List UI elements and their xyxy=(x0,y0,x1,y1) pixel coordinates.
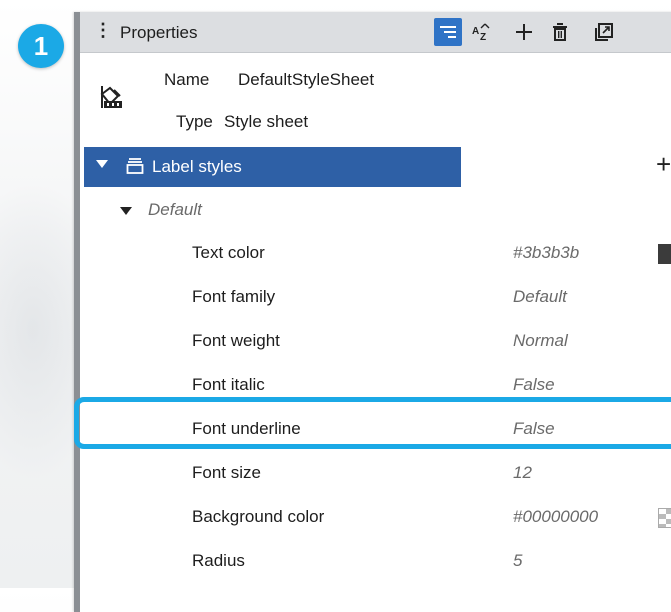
categorized-view-icon xyxy=(440,26,456,38)
properties-titlebar: ⋮ Properties A Z xyxy=(80,12,671,53)
sort-az-button[interactable]: A Z xyxy=(467,18,495,46)
more-vert-icon[interactable]: ⋮ xyxy=(94,20,112,41)
delete-button[interactable] xyxy=(546,18,574,46)
add-button[interactable] xyxy=(510,18,538,46)
property-name: Font weight xyxy=(192,331,280,350)
svg-text:Z: Z xyxy=(480,32,486,42)
expand-arrow-icon[interactable] xyxy=(96,160,108,168)
color-swatch[interactable] xyxy=(658,244,671,264)
property-name: Radius xyxy=(192,551,245,570)
popout-button[interactable] xyxy=(590,18,618,46)
property-name: Font size xyxy=(192,463,261,482)
add-style-button[interactable]: + xyxy=(656,149,671,179)
transparent-swatch[interactable] xyxy=(658,508,671,528)
property-row-background-color[interactable]: Background color #00000000 xyxy=(84,496,671,540)
property-name: Font italic xyxy=(192,375,265,394)
layers-icon xyxy=(126,157,144,180)
property-value[interactable]: 5 xyxy=(513,551,522,571)
group-label: Label styles xyxy=(152,157,242,176)
property-name: Background color xyxy=(192,507,325,526)
property-row-font-size[interactable]: Font size 12 xyxy=(84,452,671,496)
sort-az-icon: A Z xyxy=(472,23,490,42)
property-row-radius[interactable]: Radius 5 xyxy=(84,540,671,584)
expand-arrow-icon[interactable] xyxy=(120,207,132,215)
group-row-label-styles[interactable]: Label styles xyxy=(84,147,461,187)
property-value[interactable]: Default xyxy=(513,287,567,307)
categorized-view-button[interactable] xyxy=(434,18,462,46)
property-row-font-weight[interactable]: Font weight Normal xyxy=(84,320,671,364)
property-name: Font family xyxy=(192,287,276,306)
property-value[interactable]: #3b3b3b xyxy=(513,243,579,263)
property-value[interactable]: 12 xyxy=(513,463,532,483)
stylesheet-icon xyxy=(100,84,124,115)
name-value: DefaultStyleSheet xyxy=(238,70,375,89)
svg-text:A: A xyxy=(472,26,479,37)
type-value: Style sheet xyxy=(224,112,309,131)
property-row-font-family[interactable]: Font family Default xyxy=(84,276,671,320)
highlight-frame xyxy=(74,397,671,449)
plus-icon xyxy=(516,24,532,40)
panel-title: Properties xyxy=(120,23,198,42)
subgroup-row-default[interactable]: Default xyxy=(84,190,644,230)
type-label: Type xyxy=(176,112,213,131)
property-row-text-color[interactable]: Text color #3b3b3b xyxy=(84,232,671,276)
property-value[interactable]: #00000000 xyxy=(513,507,598,527)
property-value[interactable]: Normal xyxy=(513,331,568,351)
step-number-badge: 1 xyxy=(18,24,64,68)
property-name: Text color xyxy=(192,243,265,262)
popout-icon xyxy=(595,23,613,41)
name-label: Name xyxy=(164,70,210,89)
property-value[interactable]: False xyxy=(513,375,555,395)
trash-icon xyxy=(553,23,567,41)
subgroup-label: Default xyxy=(148,200,202,219)
properties-panel: ⋮ Properties A Z Name DefaultStyleSheet … xyxy=(74,12,671,612)
